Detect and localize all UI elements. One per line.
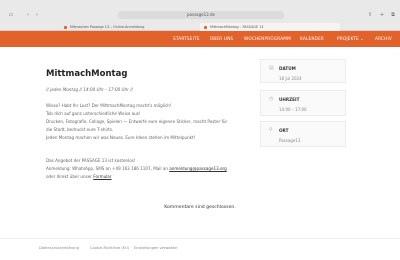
- email-link[interactable]: anmeldung@passage13.org: [169, 166, 226, 171]
- favicon-icon: [64, 25, 67, 29]
- comments-closed-notice: Kommentare sind geschlossen.: [164, 205, 236, 210]
- info-registration: Anmeldung: WhatsApp, SMS an +49 163 186 …: [46, 166, 227, 171]
- time-card: ◷ UHRZEIT 14:00 – 17:00: [260, 90, 346, 116]
- place-label: ORT: [279, 128, 289, 133]
- nav-archiv[interactable]: ARCHIV: [375, 31, 392, 47]
- schedule-text: // jeden Montag // 14:00 Uhr – 17:00 Uhr…: [46, 87, 133, 92]
- footer-cookie-link[interactable]: Cookie-Richtlinie (EU): [90, 246, 129, 250]
- info-free: Das Angebot der PASSAGE 13 ist kostenlos…: [46, 158, 136, 163]
- description-line-1: Wieso? Habt Ihr Lust? Der MittmachMontag…: [46, 103, 172, 108]
- nav-ueber-uns[interactable]: ÜBER UNS: [210, 31, 233, 47]
- favicon-icon: [204, 25, 207, 29]
- time-label: UHRZEIT: [279, 97, 300, 102]
- address-bar[interactable]: passage13.de: [118, 11, 284, 19]
- form-prefix: oder direkt über unser: [46, 174, 92, 179]
- clock-icon: ◷: [269, 96, 274, 102]
- location-pin-icon: ⚲: [269, 127, 273, 133]
- description-line-5: Jeden Montag machen wir was Neues. Eure …: [46, 135, 196, 140]
- description-line-2: Tob dich auf ganz unterschiedliche Weise…: [46, 111, 141, 116]
- description-line-4: die Stadt, bedruckt eure T-shirts.: [46, 127, 114, 132]
- registration-text: Anmeldung: WhatsApp, SMS an +49 163 186 …: [46, 166, 168, 171]
- share-icon[interactable]: ⇪: [366, 11, 374, 19]
- time-value: 14:00 – 17:00: [279, 107, 307, 112]
- browser-chrome: ▭ ‹ › passage13.de ⇪ + ⧉ Mitmachen Passa…: [0, 0, 400, 31]
- nav-projekte[interactable]: PROJEKTE ⌄: [337, 31, 364, 47]
- description-line-3: Drucken, Fotografie, Collage, Spielen — …: [46, 119, 228, 124]
- browser-toolbar: ▭ ‹ › passage13.de ⇪ + ⧉: [0, 9, 400, 23]
- sidebar-toggle-icon[interactable]: ▭: [6, 11, 16, 19]
- back-icon[interactable]: ‹: [24, 11, 32, 19]
- tab-2-label: MittmachMontag – PASSAGE 13: [210, 25, 264, 29]
- footer-privacy-link[interactable]: Datenschutzerklärung: [39, 246, 79, 250]
- date-card: ▤ DATUM 18 Jul 2024: [260, 59, 346, 83]
- new-tab-icon[interactable]: +: [378, 11, 386, 19]
- nav-kalender[interactable]: KALENDER: [300, 31, 324, 47]
- page-title: MittmachMontag: [46, 69, 128, 79]
- url-text: passage13.de: [187, 12, 215, 17]
- main-content: MittmachMontag // jeden Montag // 14:00 …: [0, 47, 400, 260]
- info-form: oder direkt über unser Formular: [46, 174, 112, 179]
- calendar-icon: ▤: [269, 65, 274, 71]
- tab-2[interactable]: MittmachMontag – PASSAGE 13: [200, 23, 340, 31]
- footer: Datenschutzerklärung Cookie-Richtlinie (…: [0, 238, 400, 260]
- place-value: Passage13: [279, 138, 301, 143]
- nav-wochenprogramm[interactable]: WOCHENPROGRAMM: [244, 31, 291, 47]
- tab-1-label: Mitmachen Passage 13 – Online-Anmeldung: [70, 25, 145, 29]
- site-navigation: STARTSEITE ÜBER UNS WOCHENPROGRAMM KALEN…: [0, 31, 400, 47]
- form-link[interactable]: Formular: [93, 174, 111, 179]
- tab-overview-icon[interactable]: ⧉: [389, 11, 397, 19]
- nav-startseite[interactable]: STARTSEITE: [173, 31, 200, 47]
- forward-icon[interactable]: ›: [33, 11, 41, 19]
- date-label: DATUM: [279, 66, 296, 71]
- place-card: ⚲ ORT Passage13: [260, 121, 346, 147]
- tab-1[interactable]: Mitmachen Passage 13 – Online-Anmeldung: [60, 23, 200, 31]
- date-value: 18 Jul 2024: [279, 76, 302, 81]
- tab-strip: Mitmachen Passage 13 – Online-Anmeldung …: [0, 23, 400, 31]
- footer-settings-link[interactable]: Einstellungen verwalten: [134, 246, 177, 250]
